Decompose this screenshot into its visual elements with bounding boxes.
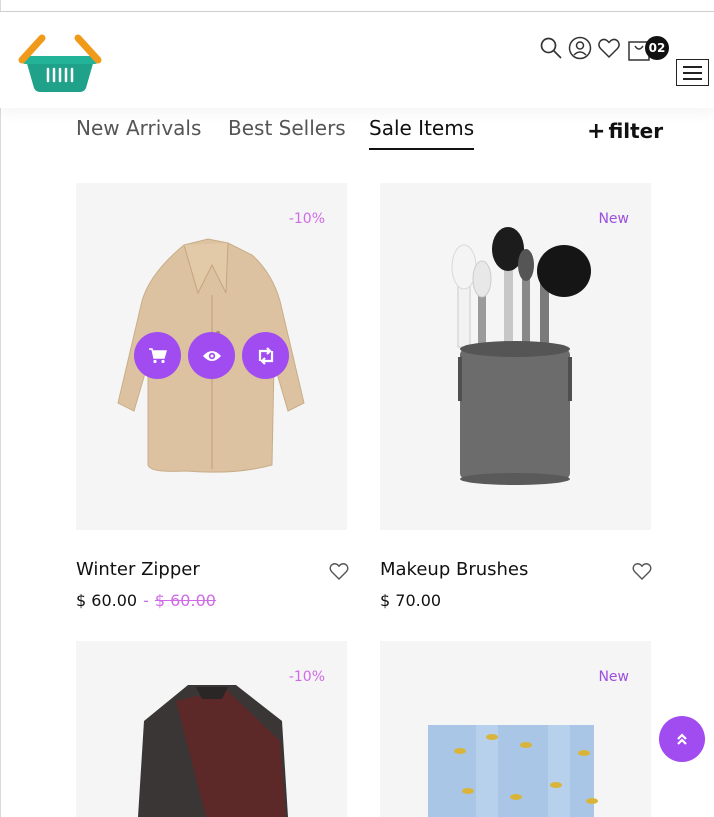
quick-view-button[interactable]	[188, 332, 235, 379]
product-price: $ 60.00- $ 60.00	[76, 591, 216, 610]
plus-icon: +	[587, 119, 606, 144]
filter-button[interactable]: + filter	[587, 119, 663, 144]
new-badge: New	[598, 669, 629, 685]
product-image-makeup-brushes[interactable]: New	[380, 183, 651, 530]
current-price: $ 60.00	[76, 591, 138, 610]
knit-poncho-image	[138, 685, 288, 817]
product-image-poncho[interactable]: -10%	[76, 641, 347, 817]
scroll-to-top-button[interactable]	[659, 716, 705, 762]
old-price: $ 60.00	[154, 591, 216, 610]
product-name[interactable]: Winter Zipper	[76, 559, 200, 580]
tab-sale-items[interactable]: Sale Items	[369, 116, 475, 150]
product-price: $ 70.00	[380, 591, 442, 610]
tab-new-arrivals[interactable]: New Arrivals	[76, 116, 201, 140]
new-badge: New	[598, 211, 629, 227]
add-to-cart-button[interactable]	[134, 332, 181, 379]
basket-logo[interactable]	[16, 34, 104, 96]
product-image-winter-zipper[interactable]: -10%	[76, 183, 347, 530]
cart-count-badge: 02	[645, 36, 669, 60]
menu-button[interactable]	[676, 59, 709, 86]
discount-badge: -10%	[288, 211, 325, 227]
menu-line	[683, 71, 702, 74]
search-icon[interactable]	[539, 36, 563, 60]
price-separator: -	[143, 591, 149, 610]
menu-line	[683, 77, 702, 80]
wishlist-heart-icon[interactable]	[632, 562, 652, 580]
site-header: 02	[0, 12, 714, 108]
product-image-tote-bag[interactable]: New	[380, 641, 651, 817]
cart-icon	[148, 347, 167, 363]
product-name[interactable]: Makeup Brushes	[380, 559, 528, 580]
quick-actions	[134, 332, 289, 379]
page-edge	[0, 0, 1, 817]
user-icon[interactable]	[568, 36, 592, 60]
denim-tote-image	[428, 725, 598, 817]
wishlist-heart-icon[interactable]	[329, 562, 349, 580]
menu-line	[683, 65, 702, 68]
tab-best-sellers[interactable]: Best Sellers	[228, 116, 346, 140]
brush-holder-image	[451, 227, 591, 485]
discount-badge: -10%	[288, 669, 325, 685]
eye-icon	[202, 350, 221, 361]
retweet-icon	[258, 346, 273, 365]
heart-icon[interactable]	[597, 36, 621, 60]
double-chevron-up-icon	[677, 733, 687, 745]
compare-button[interactable]	[242, 332, 289, 379]
filter-label: filter	[608, 119, 664, 143]
